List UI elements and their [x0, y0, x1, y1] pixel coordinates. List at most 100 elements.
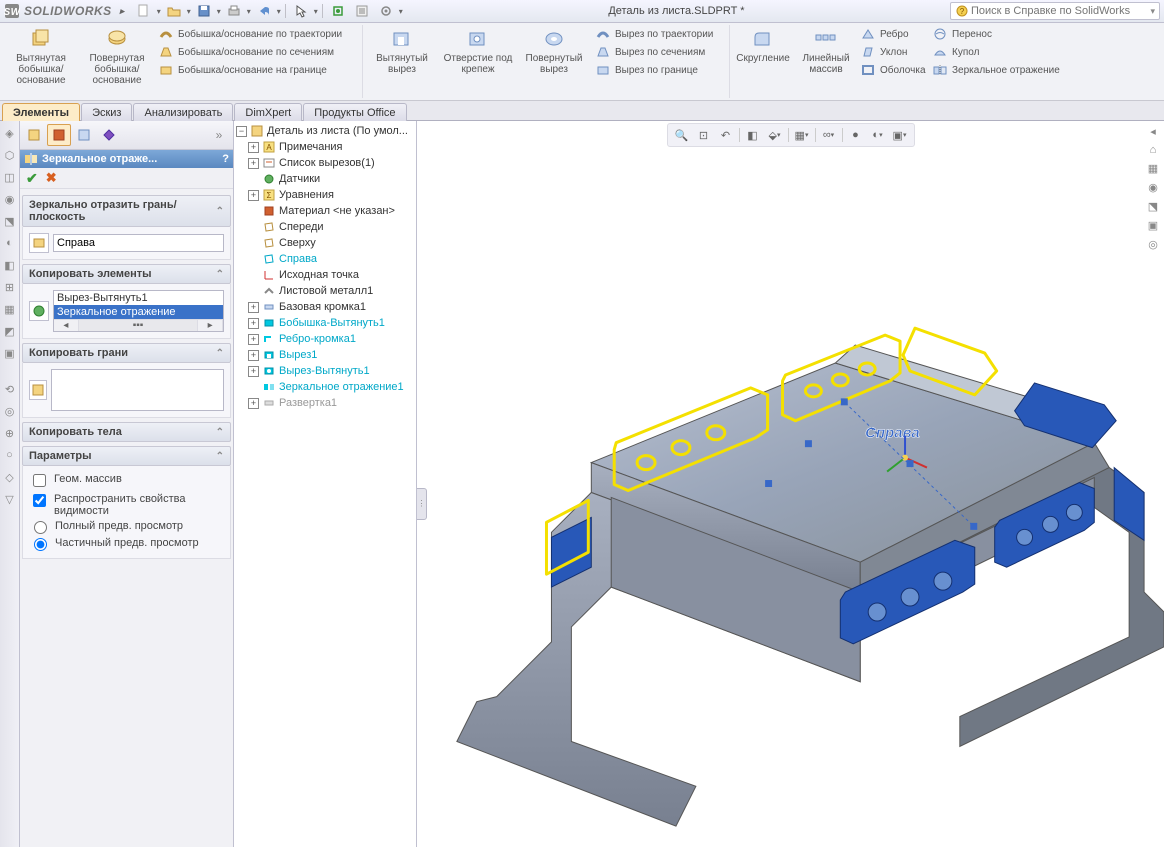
- tool-icon[interactable]: ◉: [2, 191, 18, 207]
- select-button[interactable]: [290, 2, 312, 20]
- boundary-cut-button[interactable]: Вырез по границе: [595, 61, 725, 79]
- new-file-button[interactable]: [133, 2, 155, 20]
- tree-item[interactable]: Листовой металл1: [279, 285, 373, 297]
- mirror-plane-input[interactable]: [53, 234, 224, 252]
- scroll-right-button[interactable]: ▸: [198, 320, 223, 331]
- tool-icon[interactable]: ⟲: [2, 381, 18, 397]
- scroll-left-button[interactable]: ◂: [54, 320, 79, 331]
- help-search[interactable]: ? ▾: [950, 2, 1160, 20]
- expand-icon[interactable]: −: [236, 126, 247, 137]
- tool-icon[interactable]: ○: [2, 447, 18, 463]
- ok-button[interactable]: ✔: [26, 170, 38, 187]
- tree-item[interactable]: Исходная точка: [279, 269, 359, 281]
- expand-icon[interactable]: +: [248, 190, 259, 201]
- draft-button[interactable]: Уклон: [860, 43, 926, 61]
- geom-pattern-checkbox[interactable]: [33, 474, 46, 487]
- cancel-button[interactable]: ✖: [46, 170, 57, 186]
- expand-icon[interactable]: +: [248, 302, 259, 313]
- tree-item[interactable]: Справа: [279, 253, 317, 265]
- expand-icon[interactable]: +: [248, 142, 259, 153]
- tab-sketch[interactable]: Эскиз: [81, 103, 132, 121]
- tool-icon[interactable]: ◩: [2, 323, 18, 339]
- dome-button[interactable]: Купол: [932, 43, 1062, 61]
- expand-icon[interactable]: +: [248, 398, 259, 409]
- expand-icon[interactable]: +: [248, 366, 259, 377]
- tool-icon[interactable]: ⊕: [2, 425, 18, 441]
- taskpane-icon[interactable]: ◉: [1148, 181, 1158, 194]
- tree-item[interactable]: Ребро-кромка1: [279, 333, 356, 345]
- tree-item[interactable]: Датчики: [279, 173, 320, 185]
- tab-evaluate[interactable]: Анализировать: [133, 103, 233, 121]
- pm-tab-dim[interactable]: [97, 124, 121, 146]
- tree-item[interactable]: Материал <не указан>: [279, 205, 395, 217]
- propagate-visibility-checkbox[interactable]: [33, 494, 46, 507]
- tool-icon[interactable]: ◧: [2, 257, 18, 273]
- rebuild-button[interactable]: [327, 2, 349, 20]
- revolved-boss-button[interactable]: Повернутая бобышка/основание: [80, 25, 154, 98]
- search-dropdown-icon[interactable]: ▾: [1150, 6, 1155, 17]
- tool-icon[interactable]: ▽: [2, 491, 18, 507]
- boundary-boss-button[interactable]: Бобышка/основание на границе: [158, 61, 358, 79]
- expand-icon[interactable]: +: [248, 334, 259, 345]
- scroll-track[interactable]: ▪▪▪: [79, 320, 199, 331]
- linear-pattern-button[interactable]: Линейный массив: [796, 25, 856, 98]
- list-item[interactable]: Вырез-Вытянуть1: [54, 291, 223, 305]
- tab-features[interactable]: Элементы: [2, 103, 80, 121]
- section-copy-bodies[interactable]: Копировать тела⌃: [22, 422, 231, 442]
- extruded-cut-button[interactable]: Вытянутый вырез: [365, 25, 439, 98]
- options-button[interactable]: [351, 2, 373, 20]
- tool-icon[interactable]: ⬔: [2, 213, 18, 229]
- tool-icon[interactable]: ◇: [2, 469, 18, 485]
- tree-item[interactable]: Вырез-Вытянуть1: [279, 365, 370, 377]
- tree-item[interactable]: Примечания: [279, 141, 343, 153]
- taskpane-icon[interactable]: ⬔: [1148, 200, 1158, 213]
- tree-item[interactable]: Вырез1: [279, 349, 317, 361]
- taskpane-icon[interactable]: ▦: [1148, 162, 1158, 175]
- taskpane-icon[interactable]: ◎: [1148, 238, 1158, 251]
- tool-icon[interactable]: ⊞: [2, 279, 18, 295]
- help-search-input[interactable]: [969, 4, 1150, 18]
- tree-item[interactable]: Развертка1: [279, 397, 337, 409]
- expand-icon[interactable]: +: [248, 318, 259, 329]
- tree-item[interactable]: Бобышка-Вытянуть1: [279, 317, 385, 329]
- tool-icon[interactable]: ◐: [2, 235, 18, 251]
- tool-icon[interactable]: ▦: [2, 301, 18, 317]
- tree-item[interactable]: Зеркальное отражение1: [279, 381, 404, 393]
- taskpane-icon[interactable]: ▣: [1148, 219, 1158, 232]
- tree-item[interactable]: Список вырезов(1): [279, 157, 375, 169]
- section-copy-features[interactable]: Копировать элементы⌃: [22, 264, 231, 284]
- menu-dropdown-icon[interactable]: ▸: [120, 6, 125, 17]
- section-parameters[interactable]: Параметры⌃: [22, 446, 231, 466]
- print-button[interactable]: [223, 2, 245, 20]
- save-button[interactable]: [193, 2, 215, 20]
- swept-boss-button[interactable]: Бобышка/основание по траектории: [158, 25, 358, 43]
- tree-item[interactable]: Деталь из листа (По умол...: [267, 125, 408, 137]
- full-preview-radio[interactable]: [34, 521, 47, 534]
- tool-icon[interactable]: ◫: [2, 169, 18, 185]
- extruded-boss-button[interactable]: Вытянутая бобышка/основание: [4, 25, 78, 98]
- open-file-button[interactable]: [163, 2, 185, 20]
- pm-tab-feature-tree[interactable]: [22, 124, 46, 146]
- taskpane-icon[interactable]: ⌂: [1150, 144, 1157, 156]
- lofted-cut-button[interactable]: Вырез по сечениям: [595, 43, 725, 61]
- tree-item[interactable]: Базовая кромка1: [279, 301, 366, 313]
- settings-button[interactable]: [375, 2, 397, 20]
- rib-button[interactable]: Ребро: [860, 25, 926, 43]
- section-mirror-face[interactable]: Зеркально отразить грань/плоскость⌃: [22, 195, 231, 227]
- fillet-button[interactable]: Скругление: [732, 25, 794, 98]
- features-listbox[interactable]: Вырез-Вытянуть1 Зеркальное отражение ◂▪▪…: [53, 290, 224, 332]
- tab-office[interactable]: Продукты Office: [303, 103, 406, 121]
- pm-help-button[interactable]: ?: [222, 153, 229, 165]
- tree-item[interactable]: Спереди: [279, 221, 324, 233]
- tool-icon[interactable]: ⬡: [2, 147, 18, 163]
- faces-listbox[interactable]: [51, 369, 224, 411]
- tree-item[interactable]: Уравнения: [279, 189, 334, 201]
- undo-button[interactable]: [253, 2, 275, 20]
- graphics-viewport[interactable]: ⋮ 🔍 ⊡ ↶ ◧ ⬙▾ ▦▾ ∞▾ ● ◐▾ ▣▾: [417, 121, 1164, 847]
- section-copy-faces[interactable]: Копировать грани⌃: [22, 343, 231, 363]
- tab-dimxpert[interactable]: DimXpert: [234, 103, 302, 121]
- tree-item[interactable]: Сверху: [279, 237, 316, 249]
- expand-icon[interactable]: +: [248, 158, 259, 169]
- tool-icon[interactable]: ▣: [2, 345, 18, 361]
- expand-icon[interactable]: +: [248, 350, 259, 361]
